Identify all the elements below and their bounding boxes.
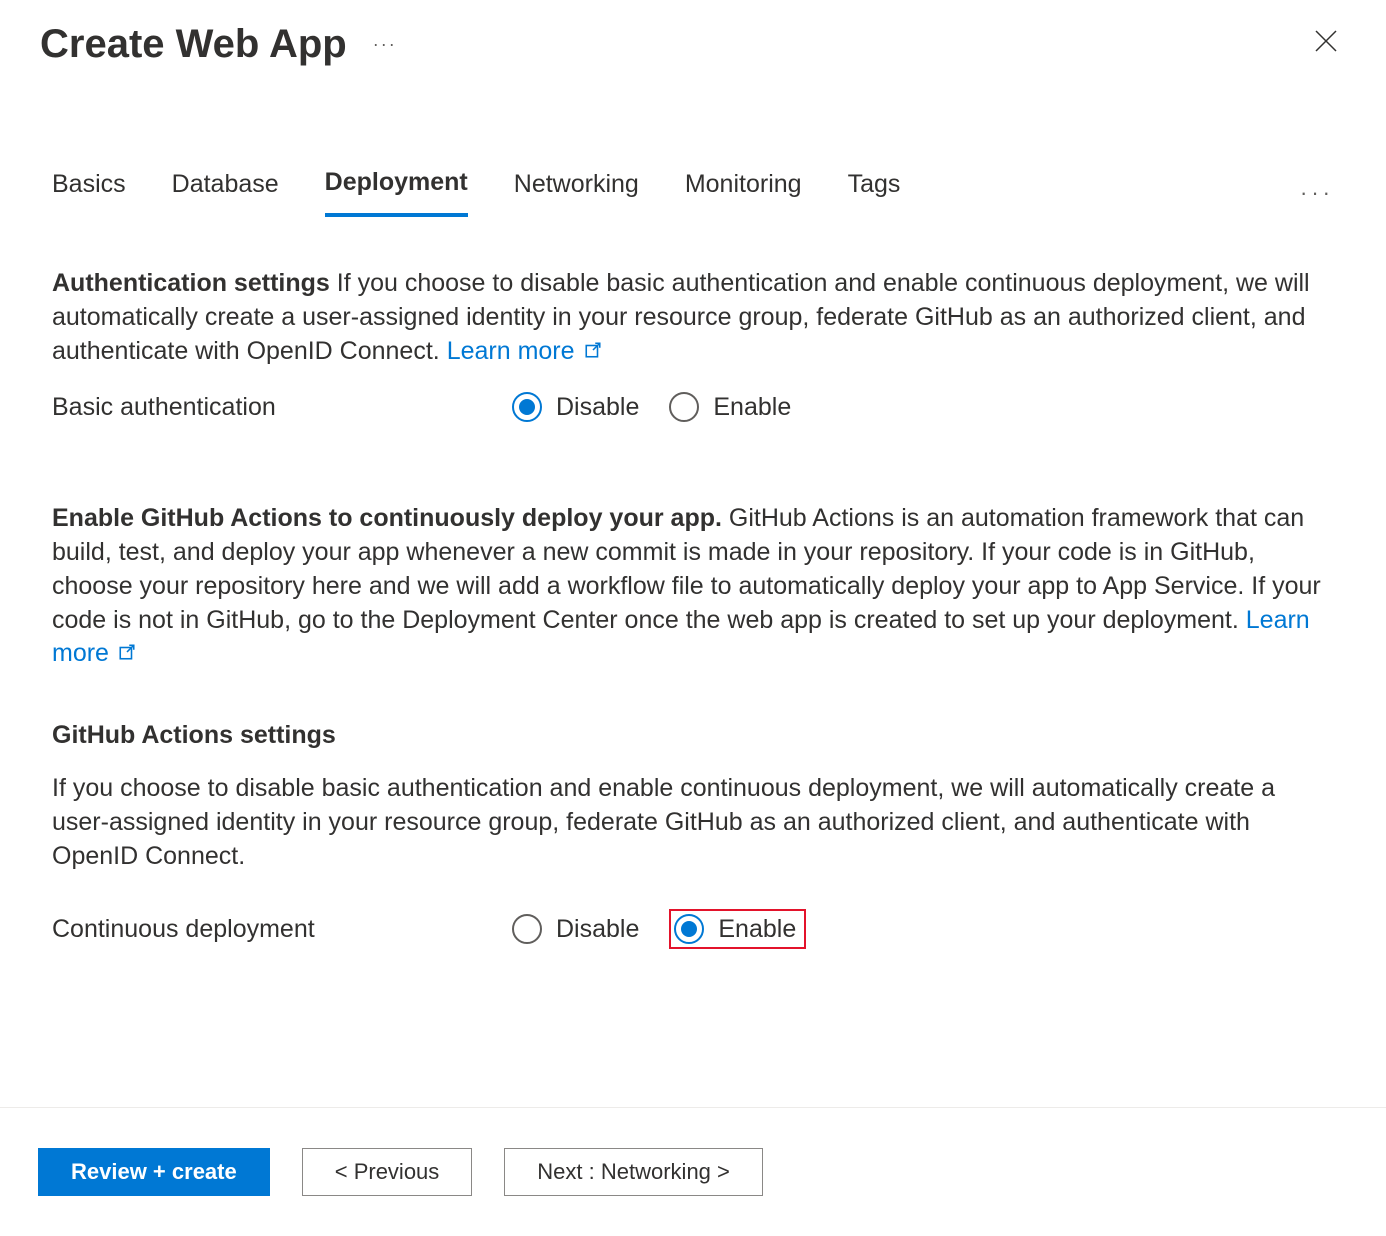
auth-section-paragraph: Authentication settings If you choose to… (52, 267, 1334, 368)
continuous-deployment-enable-option[interactable]: Enable (669, 909, 806, 949)
radio-selected-icon (512, 392, 542, 422)
header-ellipsis-icon[interactable]: ··· (373, 34, 397, 55)
tab-database[interactable]: Database (172, 170, 279, 215)
page-title: Create Web App (40, 22, 347, 67)
review-create-button[interactable]: Review + create (38, 1148, 270, 1196)
previous-button[interactable]: < Previous (302, 1148, 473, 1196)
auth-heading: Authentication settings (52, 269, 330, 297)
tabs-overflow-icon[interactable]: ··· (1300, 180, 1334, 206)
github-section-paragraph: Enable GitHub Actions to continuously de… (52, 502, 1334, 671)
github-heading: Enable GitHub Actions to continuously de… (52, 504, 722, 532)
continuous-deployment-row: Continuous deployment Disable Enable (52, 909, 1334, 949)
radio-unselected-icon (669, 392, 699, 422)
tab-networking[interactable]: Networking (514, 170, 639, 215)
auth-learn-more-link[interactable]: Learn more (447, 337, 602, 365)
github-settings-heading: GitHub Actions settings (52, 721, 1334, 750)
radio-selected-icon (674, 914, 704, 944)
next-button[interactable]: Next : Networking > (504, 1148, 763, 1196)
radio-unselected-icon (512, 914, 542, 944)
basic-auth-row: Basic authentication Disable Enable (52, 392, 1334, 422)
external-link-icon (584, 335, 602, 369)
footer: Review + create < Previous Next : Networ… (0, 1107, 1386, 1236)
continuous-deployment-radio-group: Disable Enable (512, 909, 806, 949)
continuous-deployment-disable-label: Disable (556, 915, 639, 944)
basic-auth-enable-label: Enable (713, 393, 791, 422)
tab-deployment[interactable]: Deployment (325, 168, 468, 217)
basic-auth-label: Basic authentication (52, 393, 512, 422)
continuous-deployment-enable-label: Enable (718, 915, 796, 944)
continuous-deployment-disable-option[interactable]: Disable (512, 914, 639, 944)
continuous-deployment-label: Continuous deployment (52, 915, 512, 944)
basic-auth-disable-option[interactable]: Disable (512, 392, 639, 422)
tab-monitoring[interactable]: Monitoring (685, 170, 802, 215)
external-link-icon (118, 637, 136, 671)
tabs: Basics Database Deployment Networking Mo… (0, 168, 1386, 217)
header-left: Create Web App ··· (40, 22, 397, 67)
basic-auth-enable-option[interactable]: Enable (669, 392, 791, 422)
header: Create Web App ··· (0, 0, 1386, 88)
github-settings-description: If you choose to disable basic authentic… (52, 772, 1334, 873)
close-icon[interactable] (1306, 20, 1346, 68)
basic-auth-disable-label: Disable (556, 393, 639, 422)
auth-learn-more-text: Learn more (447, 337, 575, 365)
content: Authentication settings If you choose to… (0, 217, 1386, 949)
basic-auth-radio-group: Disable Enable (512, 392, 791, 422)
tab-basics[interactable]: Basics (52, 170, 126, 215)
tab-tags[interactable]: Tags (848, 170, 901, 215)
